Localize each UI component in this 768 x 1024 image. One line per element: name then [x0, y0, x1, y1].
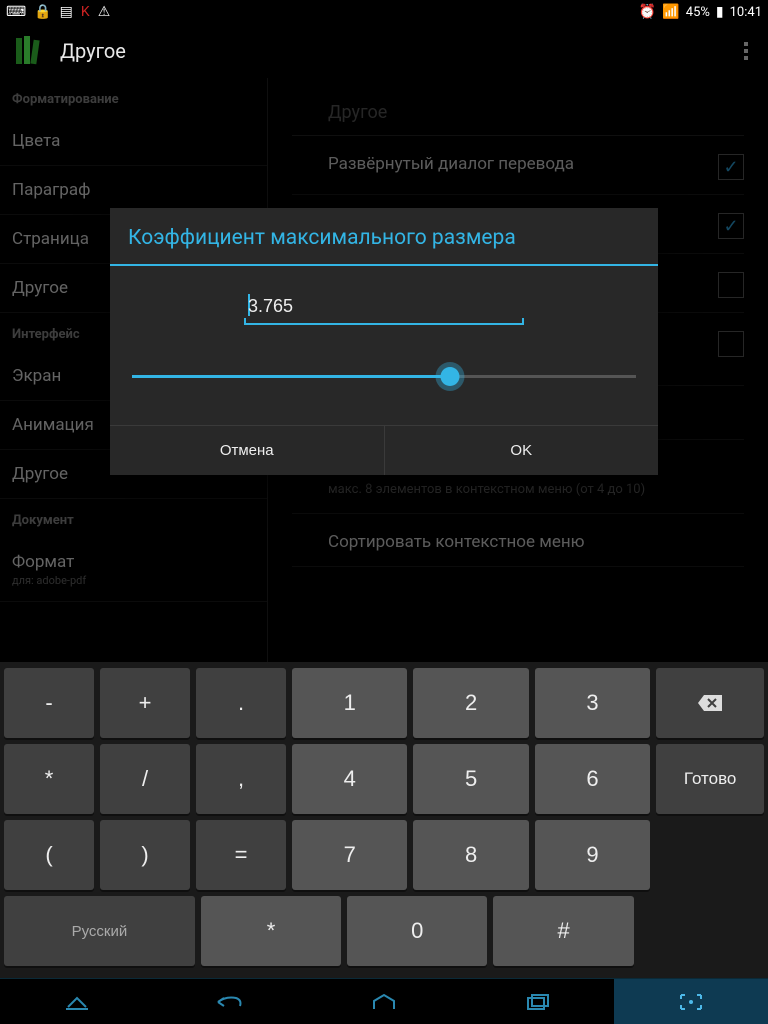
value-input-wrap[interactable] [244, 290, 524, 325]
sidebar-item-colors[interactable]: Цвета [0, 117, 267, 166]
key-star2[interactable]: * [201, 896, 341, 966]
sidebar-header-formatting: Форматирование [0, 78, 267, 117]
key-backspace[interactable] [656, 668, 764, 738]
ok-button[interactable]: OK [385, 426, 659, 475]
key-dot[interactable]: . [196, 668, 286, 738]
dialog: Коэффициент максимального размера Отмена… [110, 208, 658, 475]
key-minus[interactable]: - [4, 668, 94, 738]
sidebar-item-format[interactable]: Формат для: adobe-pdf [0, 538, 267, 602]
sidebar-header-document: Документ [0, 499, 267, 538]
key-language[interactable]: Русский [4, 896, 195, 966]
key-1[interactable]: 1 [292, 668, 407, 738]
antivirus-icon: K [81, 4, 90, 20]
key-equals[interactable]: = [196, 820, 286, 890]
key-lparen[interactable]: ( [4, 820, 94, 890]
nav-screenshot-button[interactable] [614, 979, 768, 1024]
setting-desc: макс. 8 элементов в контекстном меню (от… [328, 482, 744, 499]
key-done[interactable]: Готово [656, 744, 764, 814]
setting-title: Развёрнутый диалог перевода [328, 154, 706, 174]
key-9[interactable]: 9 [535, 820, 650, 890]
slider-thumb[interactable] [440, 367, 459, 386]
key-6[interactable]: 6 [535, 744, 650, 814]
app-icon[interactable] [12, 33, 48, 69]
key-4[interactable]: 4 [292, 744, 407, 814]
key-hash[interactable]: # [493, 896, 633, 966]
key-3[interactable]: 3 [535, 668, 650, 738]
warning-icon: ⚠ [98, 4, 111, 20]
keyboard-icon: ⌨ [6, 4, 26, 20]
key-0[interactable]: 0 [347, 896, 487, 966]
battery-percent: 45% [686, 5, 710, 20]
page-title: Другое [60, 39, 126, 63]
key-5[interactable]: 5 [413, 744, 528, 814]
sidebar-item-format-title: Формат [12, 552, 255, 572]
nav-home-button[interactable] [307, 979, 461, 1024]
overflow-menu-icon[interactable] [736, 34, 756, 68]
setting-row[interactable]: Сортировать контекстное меню [292, 514, 744, 567]
setting-row[interactable]: Развёрнутый диалог перевода ✓ [292, 136, 744, 195]
key-star[interactable]: * [4, 744, 94, 814]
checkbox-checked-icon[interactable]: ✓ [718, 154, 744, 180]
clock: 10:41 [730, 5, 762, 20]
lock-icon: 🔒 [34, 4, 51, 20]
status-bar: ⌨ 🔒 ▤ K ⚠ ⏰ 📶 45% ▮ 10:41 [0, 0, 768, 24]
slider-fill [132, 375, 450, 378]
key-comma[interactable]: , [196, 744, 286, 814]
checkbox-checked-icon[interactable]: ✓ [718, 213, 744, 239]
key-plus[interactable]: + [100, 668, 190, 738]
numeric-keyboard: - + . 1 2 3 * / , 4 5 6 Готово ( ) = 7 8… [0, 662, 768, 978]
cancel-button[interactable]: Отмена [110, 426, 385, 475]
nav-back-button[interactable] [154, 979, 308, 1024]
setting-title: Сортировать контекстное меню [328, 532, 744, 552]
key-2[interactable]: 2 [413, 668, 528, 738]
signal-icon: 📶 [662, 4, 679, 20]
backspace-icon [696, 693, 724, 713]
key-rparen[interactable]: ) [100, 820, 190, 890]
dialog-title: Коэффициент максимального размера [110, 208, 658, 266]
key-7[interactable]: 7 [292, 820, 407, 890]
navigation-bar [0, 978, 768, 1024]
sidebar-item-format-sub: для: adobe-pdf [12, 574, 255, 587]
checkbox-icon[interactable] [718, 331, 744, 357]
key-slash[interactable]: / [100, 744, 190, 814]
slider[interactable] [132, 361, 636, 391]
checkbox-icon[interactable] [718, 272, 744, 298]
nav-recent-button[interactable] [461, 979, 615, 1024]
battery-icon: ▮ [716, 4, 724, 20]
key-8[interactable]: 8 [413, 820, 528, 890]
main-header: Другое [292, 78, 744, 136]
nav-up-button[interactable] [0, 979, 154, 1024]
app-bar: Другое [0, 24, 768, 78]
value-input[interactable] [244, 290, 524, 325]
sd-icon: ▤ [60, 4, 73, 20]
alarm-icon: ⏰ [639, 4, 656, 20]
